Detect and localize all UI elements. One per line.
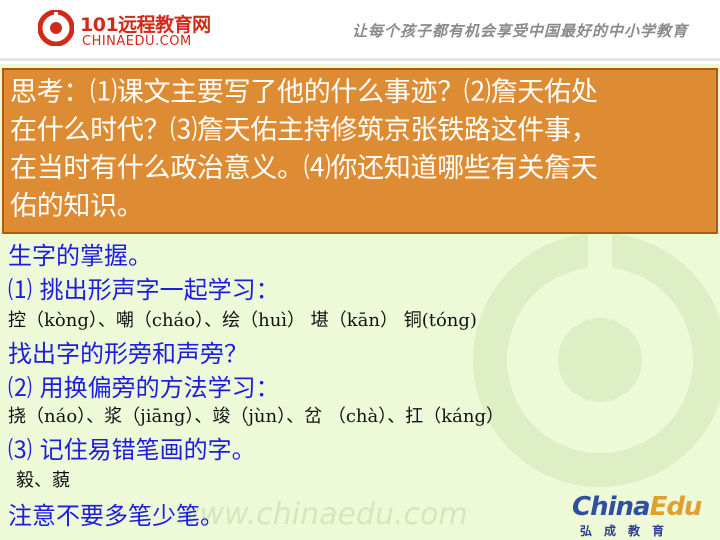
header-divider	[0, 58, 720, 61]
step-3-characters: 毅、藐	[16, 470, 70, 491]
step-2-instruction: ⑵ 用换偏旁的方法学习：	[8, 374, 280, 402]
header: 101远程教育网 CHINAEDU.COM 让每个孩子都有机会享受中国最好的中小…	[0, 0, 720, 64]
brand-name-part1: China	[572, 492, 651, 522]
watermark-logo-icon	[473, 230, 720, 487]
brand-logo: ChinaEdu 弘成教育	[572, 492, 703, 538]
question-box: 思考：⑴课文主要写了他的什么事迹？⑵詹天佑处 在什么时代？⑶詹天佑主持修筑京张铁…	[2, 68, 718, 234]
logo-cn-text: 101远程教育网	[80, 14, 211, 36]
closing-note: 注意不要多笔少笔。	[8, 502, 224, 530]
step-1-question: 找出字的形旁和声旁？	[8, 340, 248, 368]
question-text: 思考：⑴课文主要写了他的什么事迹？⑵詹天佑处 在什么时代？⑶詹天佑主持修筑京张铁…	[10, 77, 598, 222]
brand-name-part2: Edu	[649, 492, 703, 522]
step-1-characters: 控（kòng）、嘲（cháo）、绘（huì） 堪（kān） 铜(tóng)	[8, 310, 477, 331]
logo-en-text: CHINAEDU.COM	[82, 34, 192, 49]
step-1-instruction: ⑴ 挑出形声字一起学习：	[8, 276, 280, 304]
step-3-instruction: ⑶ 记住易错笔画的字。	[8, 436, 256, 464]
step-2-characters: 挠（náo）、浆（jiāng）、竣（jùn）、岔 （chà）、扛（káng）	[8, 406, 504, 427]
logo-mark-icon	[38, 10, 74, 46]
slogan: 让每个孩子都有机会享受中国最好的中小学教育	[351, 22, 688, 40]
lesson-heading: 生字的掌握。	[8, 242, 152, 270]
brand-subtitle: 弘成教育	[580, 524, 677, 538]
brand-name: ChinaEdu	[572, 492, 703, 522]
